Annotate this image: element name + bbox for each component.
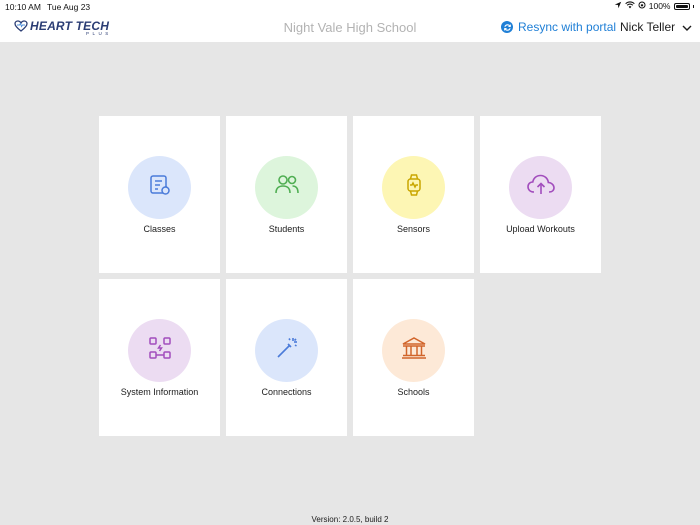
school-building-icon [400,335,428,366]
status-bar: 10:10 AM Tue Aug 23 100% [0,0,700,13]
sync-icon [501,21,513,33]
tile-icon-circle [255,156,318,219]
location-arrow-icon [614,1,622,11]
tile-classes[interactable]: Classes [99,116,220,273]
status-indicators: 100% [614,1,694,11]
resync-label: Resync with portal [518,20,617,34]
tile-label: Connections [261,387,312,397]
tile-icon-circle [255,319,318,382]
version-text: Version: 2.0.5, build 2 [311,515,389,524]
tile-icon-circle [509,156,572,219]
cloud-upload-icon [526,172,556,203]
wifi-icon [625,1,635,11]
user-menu[interactable]: Nick Teller [620,20,692,34]
magic-wand-icon [274,335,300,366]
chevron-down-icon [682,20,692,34]
tile-label: System Information [120,387,199,397]
tile-icon-circle [128,156,191,219]
status-date: Tue Aug 23 [47,2,91,12]
tile-label: Upload Workouts [506,224,575,234]
tile-label: Classes [143,224,176,234]
battery-percent: 100% [648,1,671,11]
battery-icon [673,2,690,10]
battery-tip [692,4,694,8]
status-time: 10:10 AM [5,2,41,12]
sensor-watch-icon [402,172,426,203]
tile-icon-circle [382,319,445,382]
tile-system-information[interactable]: System Information [99,279,220,436]
tile-schools[interactable]: Schools [353,279,474,436]
orientation-lock-icon [638,1,646,11]
tile-upload-workouts[interactable]: Upload Workouts [480,116,601,273]
tile-icon-circle [128,319,191,382]
tile-label: Schools [397,387,430,397]
students-icon [273,172,301,203]
tile-connections[interactable]: Connections [226,279,347,436]
resync-button[interactable]: Resync with portal [501,20,616,34]
tile-sensors[interactable]: Sensors [353,116,474,273]
system-info-icon [147,335,173,366]
tile-label: Sensors [396,224,431,234]
app-header: HEART TECH PLUS Night Vale High School R… [0,13,700,42]
tile-label: Students [268,224,305,234]
classes-icon [147,172,173,203]
tile-students[interactable]: Students [226,116,347,273]
tile-icon-circle [382,156,445,219]
user-name: Nick Teller [620,20,676,34]
